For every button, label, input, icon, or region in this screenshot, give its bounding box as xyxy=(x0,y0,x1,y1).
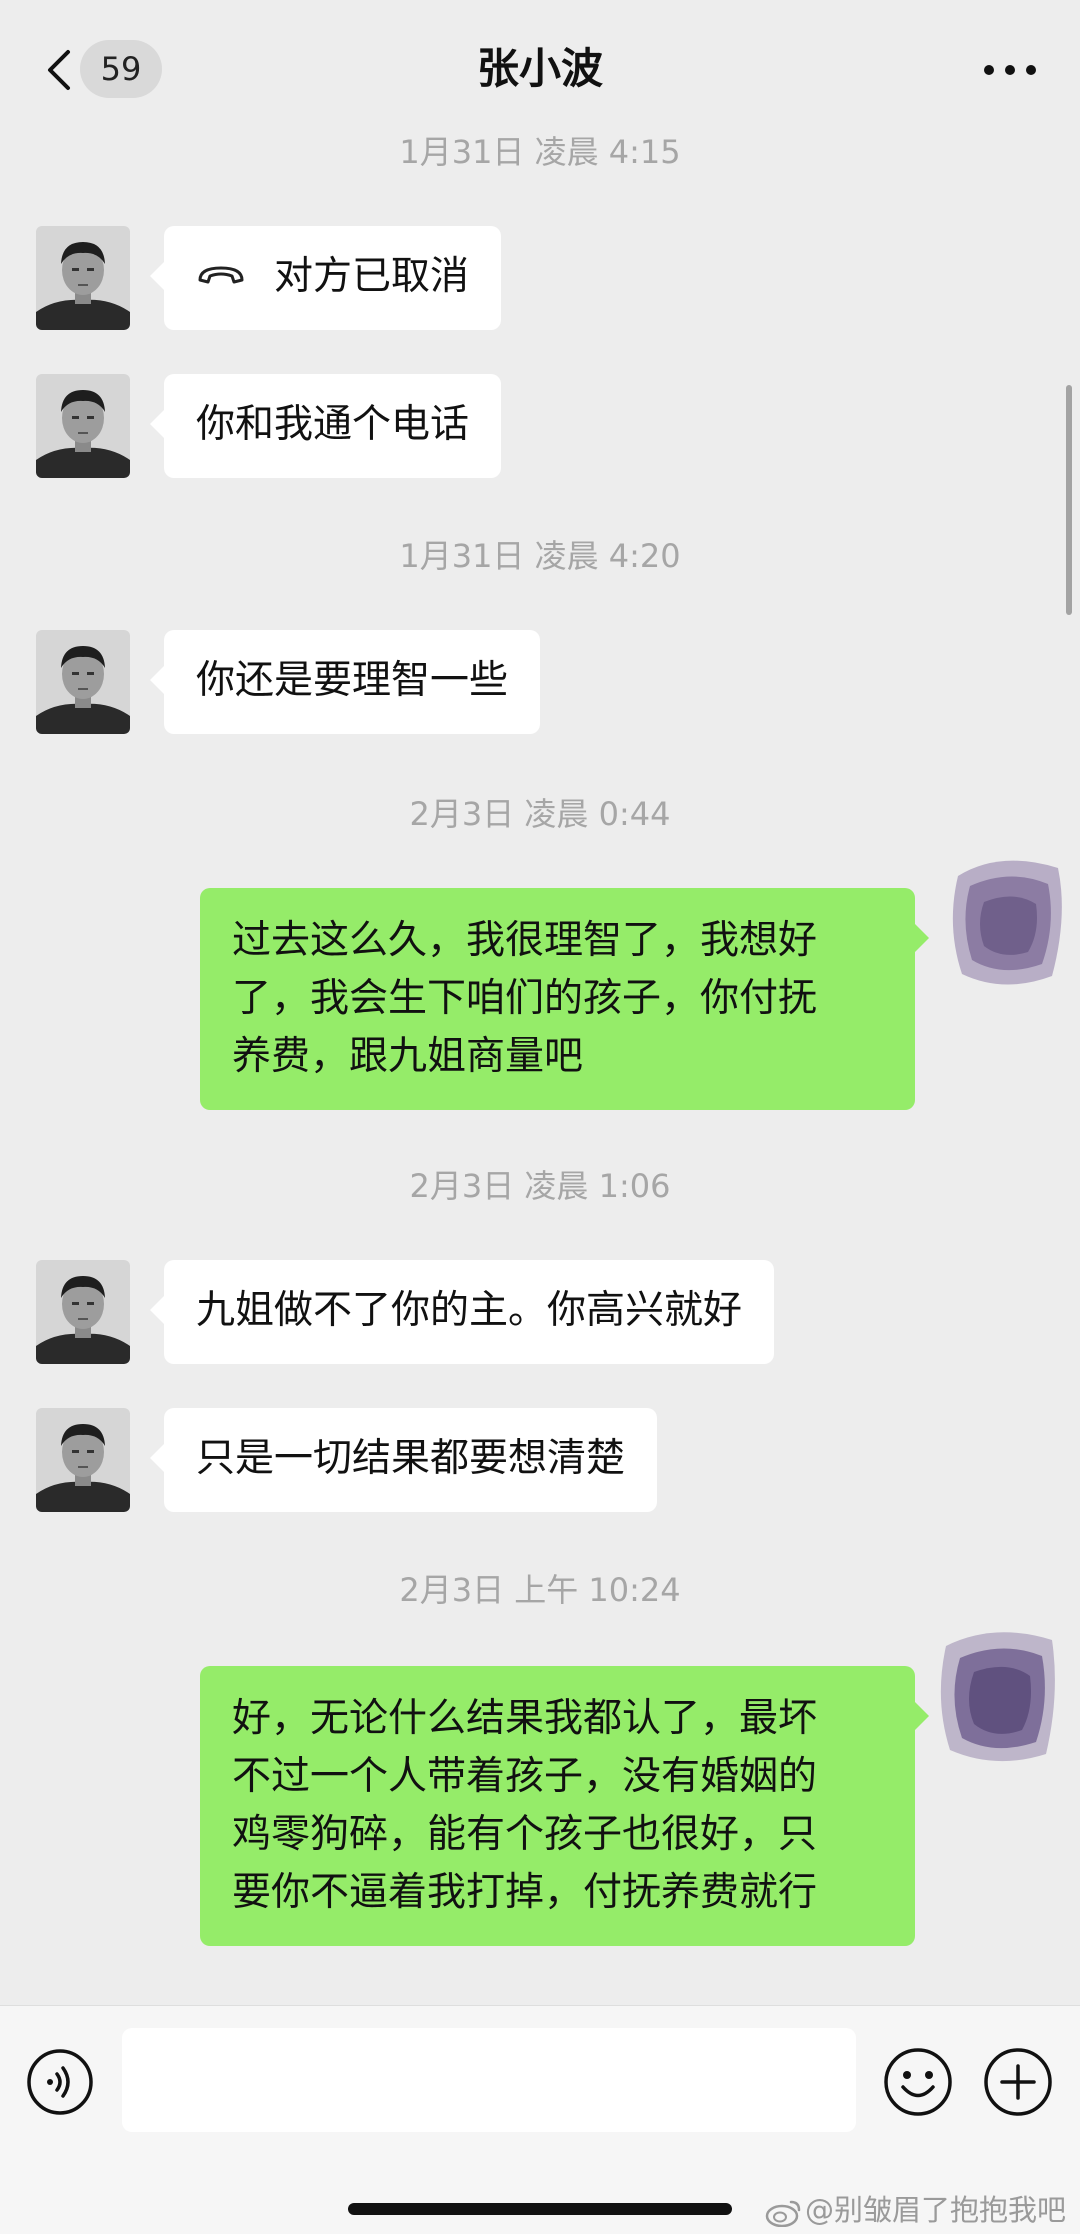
message-input[interactable] xyxy=(122,2028,856,2132)
unread-count-badge[interactable]: 59 xyxy=(80,40,162,98)
watermark: @别皱眉了抱抱我吧 xyxy=(765,2192,1066,2228)
incoming-message-bubble[interactable]: 只是一切结果都要想清楚 xyxy=(149,1408,658,1512)
message-line: 养费，跟九姐商量吧 xyxy=(232,1034,584,1079)
message-timestamp: 2月3日 凌晨 0:44 xyxy=(409,795,671,833)
avatar-portrait-image xyxy=(36,630,130,734)
message-list[interactable]: 1月31日 凌晨 4:15 对方已取消 你和我通个电话 1月31日 凌晨 4:2… xyxy=(0,130,1080,2005)
chat-header: 59 张小波 xyxy=(0,0,1080,130)
voice-icon[interactable] xyxy=(26,2048,94,2116)
avatar-portrait-image xyxy=(36,226,130,330)
outgoing-message-bubble[interactable]: 过去这么久，我很理智了，我想好 了，我会生下咱们的孩子，你付抚 养费，跟九姐商量… xyxy=(200,888,929,1110)
call-status-text: 对方已取消 xyxy=(274,254,470,299)
incoming-message-bubble[interactable]: 九姐做不了你的主。你高兴就好 xyxy=(149,1260,775,1364)
message-timestamp: 1月31日 凌晨 4:20 xyxy=(399,537,681,575)
chevron-left-icon[interactable] xyxy=(40,48,84,92)
contact-avatar[interactable] xyxy=(36,1408,130,1512)
message-line: 了，我会生下咱们的孩子，你付抚 xyxy=(232,976,818,1021)
plus-icon[interactable] xyxy=(982,2046,1054,2118)
avatar-portrait-image xyxy=(36,1260,130,1364)
contact-avatar[interactable] xyxy=(36,630,130,734)
self-avatar-redacted[interactable] xyxy=(940,846,1070,996)
message-timestamp: 1月31日 凌晨 4:15 xyxy=(399,133,681,171)
more-dots-icon[interactable] xyxy=(982,58,1038,82)
contact-avatar[interactable] xyxy=(36,1260,130,1364)
avatar-portrait-image xyxy=(36,1408,130,1512)
contact-avatar[interactable] xyxy=(36,226,130,330)
home-indicator[interactable] xyxy=(348,2203,732,2215)
input-bar: @别皱眉了抱抱我吧 xyxy=(0,2005,1080,2234)
message-timestamp: 2月3日 上午 10:24 xyxy=(399,1571,681,1609)
incoming-message-bubble[interactable]: 你还是要理智一些 xyxy=(149,630,541,734)
avatar-portrait-image xyxy=(36,374,130,478)
incoming-message-bubble[interactable]: 你和我通个电话 xyxy=(149,374,502,478)
incoming-call-bubble[interactable]: 对方已取消 xyxy=(149,226,502,330)
self-avatar-redacted[interactable] xyxy=(930,1620,1060,1770)
message-line: 过去这么久，我很理智了，我想好 xyxy=(232,918,818,963)
contact-avatar[interactable] xyxy=(36,374,130,478)
message-line: 要你不逼着我打掉，付抚养费就行 xyxy=(232,1870,818,1915)
emoji-icon[interactable] xyxy=(882,2046,954,2118)
phone-hangup-icon xyxy=(198,266,244,283)
weibo-icon xyxy=(765,2200,801,2227)
watermark-text: @别皱眉了抱抱我吧 xyxy=(804,2193,1066,2227)
message-line: 好，无论什么结果我都认了，最坏 xyxy=(232,1696,818,1741)
message-line: 不过一个人带着孩子，没有婚姻的 xyxy=(232,1754,818,1799)
chat-title: 张小波 xyxy=(476,44,603,93)
outgoing-message-bubble[interactable]: 好，无论什么结果我都认了，最坏 不过一个人带着孩子，没有婚姻的 鸡零狗碎，能有个… xyxy=(200,1666,929,1946)
scrollbar[interactable] xyxy=(1066,385,1072,615)
message-line: 鸡零狗碎，能有个孩子也很好，只 xyxy=(232,1812,818,1857)
message-timestamp: 2月3日 凌晨 1:06 xyxy=(409,1167,671,1205)
